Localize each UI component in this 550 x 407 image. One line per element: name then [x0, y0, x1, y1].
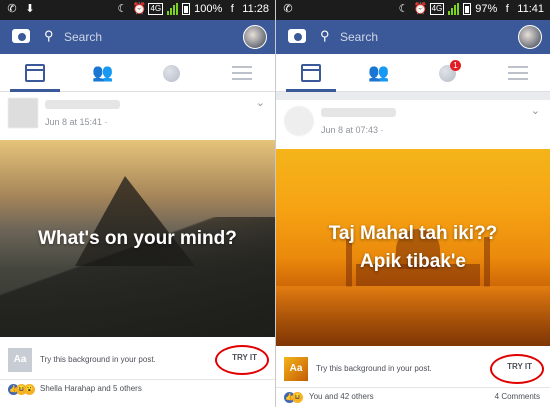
post-background-image: Taj Mahal tah iki?? Apik tibak'e	[276, 149, 550, 346]
battery-icon	[182, 3, 191, 15]
water-reflection	[276, 286, 550, 346]
fb-icon: f	[505, 3, 509, 15]
background-thumbnail: Aa	[284, 357, 308, 381]
news-feed-icon[interactable]	[301, 64, 321, 82]
try-it-button[interactable]: TRY IT	[507, 362, 532, 371]
chevron-down-icon[interactable]: ⌄	[531, 104, 540, 117]
search-icon: ⚲	[320, 28, 330, 43]
left-screenshot: ✆ ⬇ ☾ ⏰ 4G 100% f 11:28 ⚲ Search 👥 Jun 8…	[0, 0, 275, 407]
right-screenshot: ✆ ☾ ⏰ 4G 97% f 11:41 ⚲ Search 👥 1 Jun 8 …	[275, 0, 550, 407]
battery-icon	[463, 3, 472, 15]
nav-bar: 👥 1	[276, 54, 550, 92]
alarm-icon: ⏰	[132, 3, 147, 15]
moon-icon: ☾	[117, 3, 128, 15]
globe-icon[interactable]: 1	[439, 60, 461, 82]
friends-icon[interactable]: 👥	[368, 64, 389, 82]
try-text: Try this background in your post.	[316, 364, 432, 373]
top-bar: ⚲ Search	[276, 20, 550, 54]
signal-icon	[167, 3, 179, 15]
alarm-icon: ⏰	[413, 3, 428, 15]
friends-icon[interactable]: 👥	[92, 64, 113, 82]
camera-icon[interactable]	[288, 29, 306, 43]
avatar[interactable]	[243, 25, 267, 49]
status-bar: ✆ ⬇ ☾ ⏰ 4G 100% f 11:28	[0, 0, 275, 20]
camera-icon[interactable]	[12, 29, 30, 43]
fb-icon: f	[230, 3, 234, 15]
clock: 11:41	[517, 3, 544, 15]
author-avatar[interactable]	[8, 98, 38, 128]
nav-bar: 👥	[0, 54, 275, 92]
search-input[interactable]: ⚲ Search	[318, 26, 508, 48]
reactions-text: You and 42 others	[309, 392, 374, 401]
author-name-redacted	[45, 100, 120, 109]
menu-icon[interactable]	[508, 64, 528, 82]
whatsapp-icon: ✆	[7, 3, 17, 15]
reactions-text: Shella Harahap and 5 others	[40, 384, 142, 393]
network-badge: 4G	[429, 3, 445, 15]
try-background-row: Aa Try this background in your post. TRY…	[0, 344, 275, 378]
feed-divider	[276, 92, 550, 100]
search-placeholder: Search	[64, 30, 103, 44]
avatar[interactable]	[518, 25, 542, 49]
author-avatar[interactable]	[284, 106, 314, 136]
caption-line-1: Taj Mahal tah iki??	[328, 222, 498, 244]
post-caption: What's on your mind?	[38, 227, 237, 249]
globe-icon[interactable]	[163, 65, 180, 82]
try-text: Try this background in your post.	[40, 355, 156, 364]
reactions-bar[interactable]: 👍 😆 You and 42 others 4 Comments	[276, 387, 550, 407]
top-bar: ⚲ Search	[0, 20, 275, 54]
caption-line-2: Apik tibak'e	[360, 250, 466, 272]
post-card: Jun 8 at 07:43 · ⌄ Taj Mahal tah iki?? A…	[276, 100, 550, 407]
wow-reaction-icon: 😮	[24, 384, 35, 395]
moon-icon: ☾	[398, 3, 409, 15]
clock: 11:28	[242, 3, 269, 15]
battery-percent: 100%	[194, 3, 223, 15]
whatsapp-icon: ✆	[283, 3, 293, 15]
signal-icon	[448, 3, 460, 15]
post-background-image: What's on your mind?	[0, 140, 275, 337]
search-placeholder: Search	[340, 30, 379, 44]
try-background-row: Aa Try this background in your post. TRY…	[276, 353, 550, 387]
network-badge: 4G	[148, 3, 164, 15]
haha-reaction-icon: 😆	[292, 392, 303, 403]
comments-count[interactable]: 4 Comments	[495, 392, 540, 401]
post-card: Jun 8 at 15:41 · ⌄ What's on your mind? …	[0, 92, 275, 407]
battery-percent: 97%	[475, 3, 498, 15]
search-input[interactable]: ⚲ Search	[42, 26, 232, 48]
news-feed-icon[interactable]	[25, 64, 45, 82]
menu-icon[interactable]	[232, 64, 252, 82]
try-it-button[interactable]: TRY IT	[232, 353, 257, 362]
search-icon: ⚲	[44, 28, 54, 43]
status-bar: ✆ ☾ ⏰ 4G 97% f 11:41	[276, 0, 550, 20]
post-caption: Taj Mahal tah iki?? Apik tibak'e	[329, 220, 498, 276]
download-icon: ⬇	[25, 3, 35, 15]
author-name-redacted	[321, 108, 396, 117]
notification-badge: 1	[450, 60, 461, 71]
reactions-bar[interactable]: 👍 😆 😮 Shella Harahap and 5 others	[0, 379, 275, 399]
background-thumbnail: Aa	[8, 348, 32, 372]
post-time: Jun 8 at 15:41 ·	[45, 117, 108, 127]
post-time: Jun 8 at 07:43 ·	[321, 125, 384, 135]
chevron-down-icon[interactable]: ⌄	[256, 96, 265, 109]
